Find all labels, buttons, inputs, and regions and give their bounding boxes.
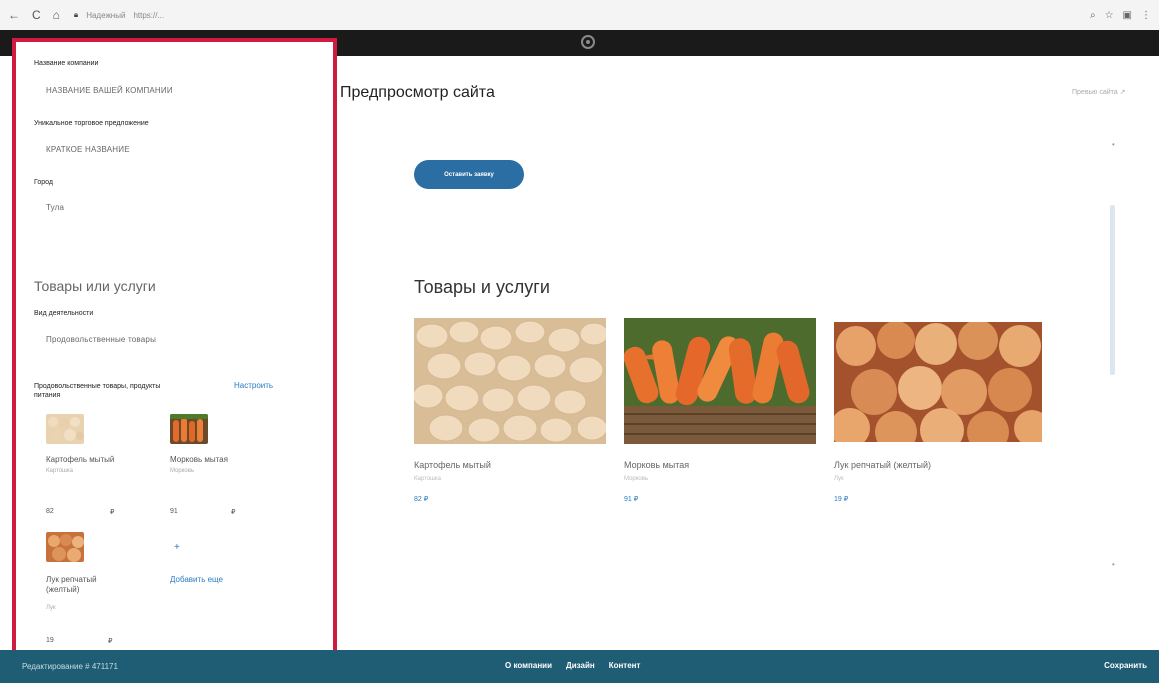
address-bar[interactable]: 🔒︎ Надежный https://... — [74, 10, 164, 20]
card-name[interactable]: Картофель мытый — [414, 460, 491, 470]
configure-link[interactable]: Настроить — [234, 381, 273, 390]
open-preview-link[interactable]: Превью сайта ↗ — [1072, 88, 1126, 96]
carrot-thumb[interactable] — [170, 414, 208, 444]
back-icon[interactable]: ← — [8, 8, 20, 22]
extension-icon[interactable]: ▣ — [1123, 10, 1132, 21]
card-sub: Картошка — [414, 476, 441, 482]
secure-label: Надежный — [86, 10, 126, 20]
browser-actions: ⌕ ☆ ▣ ⋮ — [1090, 10, 1151, 21]
activity-select[interactable]: Продовольственные товары — [46, 335, 156, 344]
add-more-link[interactable]: Добавить еще — [170, 575, 223, 584]
browser-nav: ← C ⌂ — [8, 8, 60, 22]
edit-id-label: Редактирование # 471171 — [22, 662, 118, 671]
item-name[interactable]: Лук репчатый (желтый) — [46, 575, 126, 595]
section-title: Товары или услуги — [34, 278, 156, 294]
usp-input[interactable]: КРАТКОЕ НАЗВАНИЕ — [46, 145, 130, 154]
cta-button[interactable]: Оставить заявку — [414, 160, 524, 189]
card-name[interactable]: Морковь мытая — [624, 460, 689, 470]
potato-image[interactable] — [414, 318, 606, 444]
item-price[interactable]: 19 — [46, 637, 54, 644]
city-label: Город — [34, 179, 53, 186]
settings-panel: Название компании НАЗВАНИЕ ВАШЕЙ КОМПАНИ… — [12, 38, 337, 681]
card-price: 91 ₽ — [624, 496, 639, 503]
add-icon[interactable]: + — [174, 542, 180, 553]
preview-title: Предпросмотр сайта — [340, 84, 495, 101]
activity-label: Вид деятельности — [34, 310, 94, 317]
item-name[interactable]: Морковь мытая — [170, 455, 228, 465]
bookmark-icon[interactable]: ☆ — [1105, 10, 1114, 21]
item-name[interactable]: Картофель мытый — [46, 455, 114, 465]
editor-tabs: О компании Дизайн Контент — [505, 661, 640, 670]
company-label: Название компании — [34, 60, 99, 67]
editor-bottom-bar: Редактирование # 471171 О компании Дизай… — [0, 650, 1159, 683]
scroll-down-icon[interactable]: • — [1112, 560, 1115, 569]
menu-icon[interactable]: ⋮ — [1141, 10, 1151, 21]
card-price: 19 ₽ — [834, 496, 849, 503]
card-price: 82 ₽ — [414, 496, 429, 503]
potato-thumb[interactable] — [46, 414, 84, 444]
item-sub: Лук — [46, 605, 56, 611]
city-input[interactable]: Тула — [46, 203, 64, 212]
company-input[interactable]: НАЗВАНИЕ ВАШЕЙ КОМПАНИИ — [46, 86, 173, 95]
save-button[interactable]: Сохранить — [1104, 661, 1147, 670]
browser-toolbar: ← C ⌂ 🔒︎ Надежный https://... ⌕ ☆ ▣ ⋮ — [0, 0, 1159, 30]
currency-icon: ₽ — [231, 509, 236, 516]
card-sub: Морковь — [624, 476, 649, 482]
item-sub: Картошка — [46, 468, 73, 474]
products-title: Товары и услуги — [414, 277, 550, 297]
card-sub: Лук — [834, 476, 844, 482]
category-label: Продовольственные товары, продукты питан… — [34, 383, 161, 399]
scrollbar[interactable] — [1110, 205, 1115, 375]
card-name[interactable]: Лук репчатый (желтый) — [834, 460, 931, 470]
carrot-image[interactable] — [624, 318, 816, 444]
usp-label: Уникальное торговое предложение — [34, 120, 149, 127]
scroll-up-icon[interactable]: • — [1112, 140, 1115, 149]
onion-image[interactable] — [834, 322, 1042, 442]
currency-icon: ₽ — [110, 509, 115, 516]
tab-content[interactable]: Контент — [609, 661, 641, 670]
item-price[interactable]: 91 — [170, 508, 178, 515]
item-price[interactable]: 82 — [46, 508, 54, 515]
currency-icon: ₽ — [108, 638, 113, 645]
onion-thumb[interactable] — [46, 532, 84, 562]
item-sub: Морковь — [170, 468, 195, 474]
lock-icon: 🔒︎ — [73, 10, 79, 19]
tab-company[interactable]: О компании — [505, 661, 552, 670]
tab-design[interactable]: Дизайн — [566, 661, 595, 670]
home-icon[interactable]: ⌂ — [53, 8, 60, 22]
url-text: https://... — [133, 10, 165, 20]
reload-icon[interactable]: C — [32, 8, 41, 22]
logo-icon[interactable] — [581, 35, 595, 49]
zoom-icon[interactable]: ⌕ — [1090, 10, 1096, 21]
